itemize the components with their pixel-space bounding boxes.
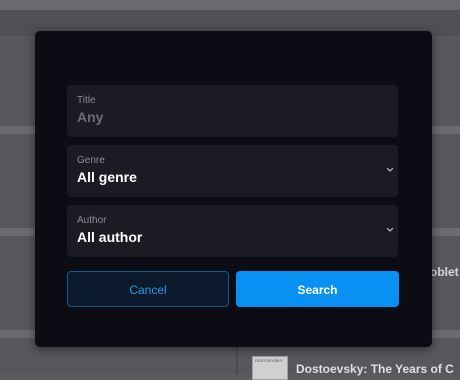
search-button[interactable]: Search [236, 271, 399, 307]
author-select-value: All author [77, 229, 143, 245]
genre-select[interactable]: Genre All genre [67, 145, 398, 197]
search-dialog: Title Any Genre All genre Author All aut… [35, 31, 432, 347]
cancel-button[interactable]: Cancel [67, 271, 229, 307]
background-list-item-title: oblet [430, 265, 459, 279]
chevron-down-icon [386, 167, 394, 172]
chevron-down-icon [386, 227, 394, 232]
title-field-placeholder: Any [77, 109, 104, 125]
background-book-thumbnail: DOSTOEVSKY [252, 356, 288, 380]
title-field[interactable]: Title Any [67, 85, 398, 137]
background-top-bar [0, 0, 460, 10]
background-thumbnail-label: DOSTOEVSKY [255, 358, 283, 363]
author-select[interactable]: Author All author [67, 205, 398, 257]
title-field-label: Title [77, 95, 96, 106]
author-select-label: Author [77, 215, 107, 226]
genre-select-value: All genre [77, 169, 137, 185]
background-column-divider [236, 347, 238, 374]
genre-select-label: Genre [77, 155, 105, 166]
